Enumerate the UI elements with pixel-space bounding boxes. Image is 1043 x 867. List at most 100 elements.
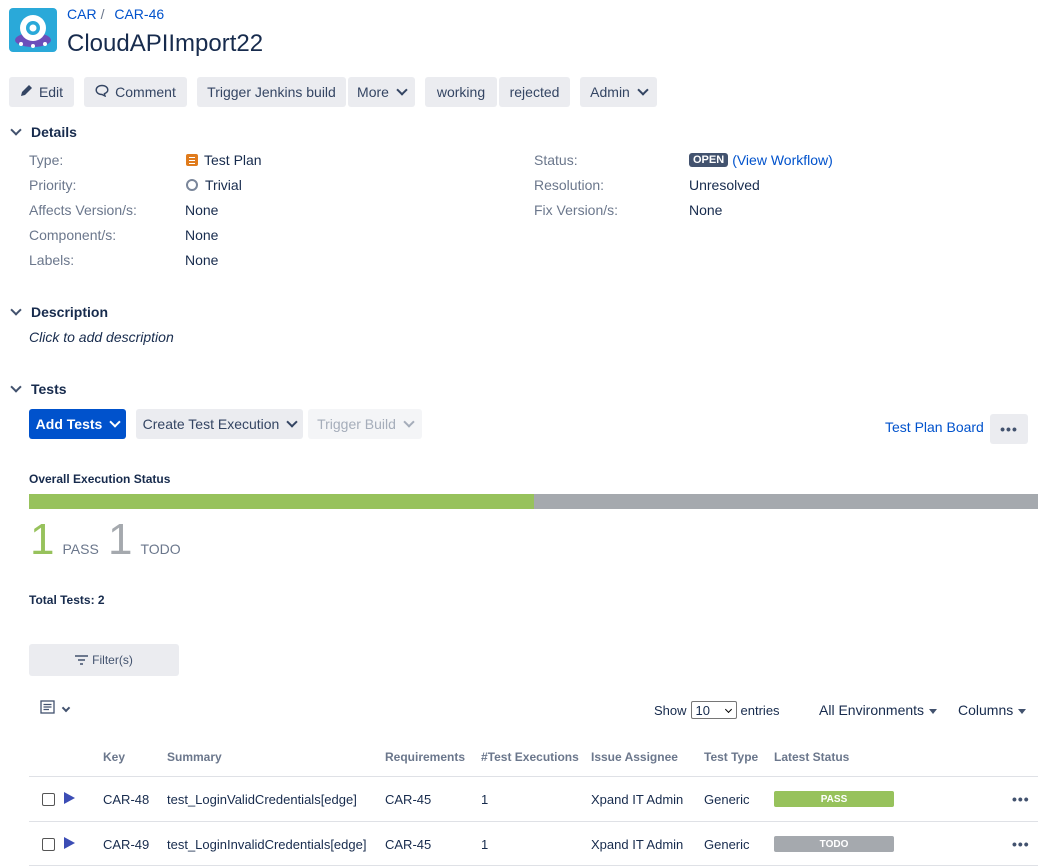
row-test-type: Generic (704, 792, 750, 807)
chevron-down-icon (286, 416, 299, 428)
row-checkbox[interactable] (42, 838, 55, 851)
overall-execution-status-label: Overall Execution Status (29, 472, 171, 486)
chevron-down-icon (10, 304, 22, 316)
column-header-key[interactable]: Key (103, 750, 125, 764)
filter-label: Filter(s) (92, 653, 133, 667)
todo-count-label: TODO (140, 541, 181, 557)
test-plan-board-link[interactable]: Test Plan Board (885, 419, 984, 435)
tests-heading: Tests (31, 381, 67, 397)
test-plan-icon (186, 154, 198, 166)
trigger-jenkins-button[interactable]: Trigger Jenkins build (197, 77, 346, 107)
row-requirement-link[interactable]: CAR-45 (385, 792, 431, 807)
priority-label: Priority: (29, 177, 77, 193)
columns-dropdown[interactable]: Columns (958, 702, 1027, 718)
pass-count-label: PASS (62, 541, 99, 557)
description-heading: Description (31, 304, 109, 320)
labels-value: None (185, 252, 219, 268)
table-header-divider (29, 776, 1038, 777)
status-badge: OPEN (689, 153, 729, 167)
comment-button[interactable]: Comment (84, 77, 187, 107)
chevron-down-icon (724, 705, 732, 714)
description-field[interactable]: Click to add description (29, 329, 174, 345)
affects-version-label: Affects Version/s: (29, 202, 137, 218)
chevron-down-icon (109, 416, 121, 428)
description-toggle[interactable]: Description (10, 304, 108, 320)
more-label: More (357, 84, 389, 100)
play-icon (64, 837, 75, 849)
entries-label: entries (740, 702, 780, 718)
project-avatar[interactable] (9, 8, 57, 52)
component-label: Component/s: (29, 227, 117, 243)
fix-version-value: None (689, 202, 723, 218)
edit-button[interactable]: Edit (9, 77, 74, 107)
rejected-button[interactable]: rejected (499, 77, 570, 107)
execution-progress-bar[interactable] (29, 494, 1038, 509)
column-header-summary[interactable]: Summary (167, 750, 222, 764)
caret-down-icon (929, 708, 938, 714)
view-workflow-link[interactable]: (View Workflow) (732, 152, 833, 168)
resolution-label: Resolution: (534, 177, 605, 193)
admin-label: Admin (590, 84, 630, 100)
priority-value: Trivial (186, 177, 242, 193)
type-value: Test Plan (186, 152, 262, 168)
filter-icon (75, 655, 89, 665)
column-header-latest-status[interactable]: Latest Status (774, 750, 849, 764)
columns-label: Columns (958, 702, 1014, 718)
row-more-button[interactable]: ••• (1012, 791, 1030, 807)
row-status-badge: PASS (774, 791, 894, 807)
edit-label: Edit (38, 84, 64, 100)
trigger-build-button[interactable]: Trigger Build (308, 409, 422, 439)
labels-label: Labels: (29, 252, 75, 268)
row-checkbox[interactable] (42, 793, 55, 806)
row-test-type: Generic (704, 837, 750, 852)
progress-todo-segment[interactable] (533, 494, 1038, 509)
row-summary-link[interactable]: test_LoginInvalidCredentials[edge] (167, 837, 366, 852)
row-requirement-link[interactable]: CAR-45 (385, 837, 431, 852)
add-tests-label: Add Tests (35, 416, 103, 432)
breadcrumb-parent-link[interactable]: CAR-46 (114, 6, 164, 22)
comment-icon (95, 84, 109, 100)
pass-count-number: 1 (30, 515, 55, 564)
progress-pass-segment[interactable] (29, 494, 534, 509)
entries-select[interactable]: 10 (690, 701, 737, 719)
environments-dropdown[interactable]: All Environments (819, 702, 938, 718)
row-key-link[interactable]: CAR-49 (103, 837, 149, 852)
column-config-button[interactable] (40, 700, 71, 718)
row-assignee-link[interactable]: Xpand IT Admin (591, 837, 683, 852)
breadcrumb-project-link[interactable]: CAR (67, 6, 97, 22)
chevron-down-icon (61, 703, 71, 712)
total-tests: Total Tests: 2 (29, 593, 105, 607)
status-value: OPEN (View Workflow) (689, 152, 833, 168)
chevron-down-icon (396, 84, 408, 96)
working-button[interactable]: working (425, 77, 497, 107)
row-assignee-link[interactable]: Xpand IT Admin (591, 792, 683, 807)
create-test-execution-label: Create Test Execution (142, 416, 280, 432)
priority-trivial-icon (186, 179, 198, 191)
row-summary-link[interactable]: test_LoginValidCredentials[edge] (167, 792, 357, 807)
add-tests-button[interactable]: Add Tests (29, 409, 126, 439)
priority-text: Trivial (205, 177, 242, 193)
resolution-value: Unresolved (689, 177, 760, 193)
row-key-link[interactable]: CAR-48 (103, 792, 149, 807)
create-test-execution-button[interactable]: Create Test Execution (136, 409, 303, 439)
affects-version-value: None (185, 202, 219, 218)
admin-dropdown[interactable]: Admin (580, 77, 657, 107)
details-heading: Details (31, 124, 77, 140)
type-text: Test Plan (204, 152, 262, 168)
filter-button[interactable]: Filter(s) (29, 644, 179, 676)
row-executions-link[interactable]: 1 (481, 792, 488, 807)
tests-toggle[interactable]: Tests (10, 381, 67, 397)
show-label: Show (654, 702, 687, 718)
row-executions-link[interactable]: 1 (481, 837, 488, 852)
tests-more-button[interactable]: ••• (990, 414, 1028, 444)
column-header-test-type[interactable]: Test Type (704, 750, 758, 764)
chevron-down-icon (637, 84, 649, 96)
row-more-button[interactable]: ••• (1012, 836, 1030, 852)
row-divider (29, 865, 1038, 866)
column-header-assignee[interactable]: Issue Assignee (591, 750, 678, 764)
more-dropdown[interactable]: More (348, 77, 415, 107)
column-header-requirements[interactable]: Requirements (385, 750, 465, 764)
column-header-test-executions[interactable]: #Test Executions (481, 750, 579, 764)
fix-version-label: Fix Version/s: (534, 202, 619, 218)
details-toggle[interactable]: Details (10, 124, 77, 140)
